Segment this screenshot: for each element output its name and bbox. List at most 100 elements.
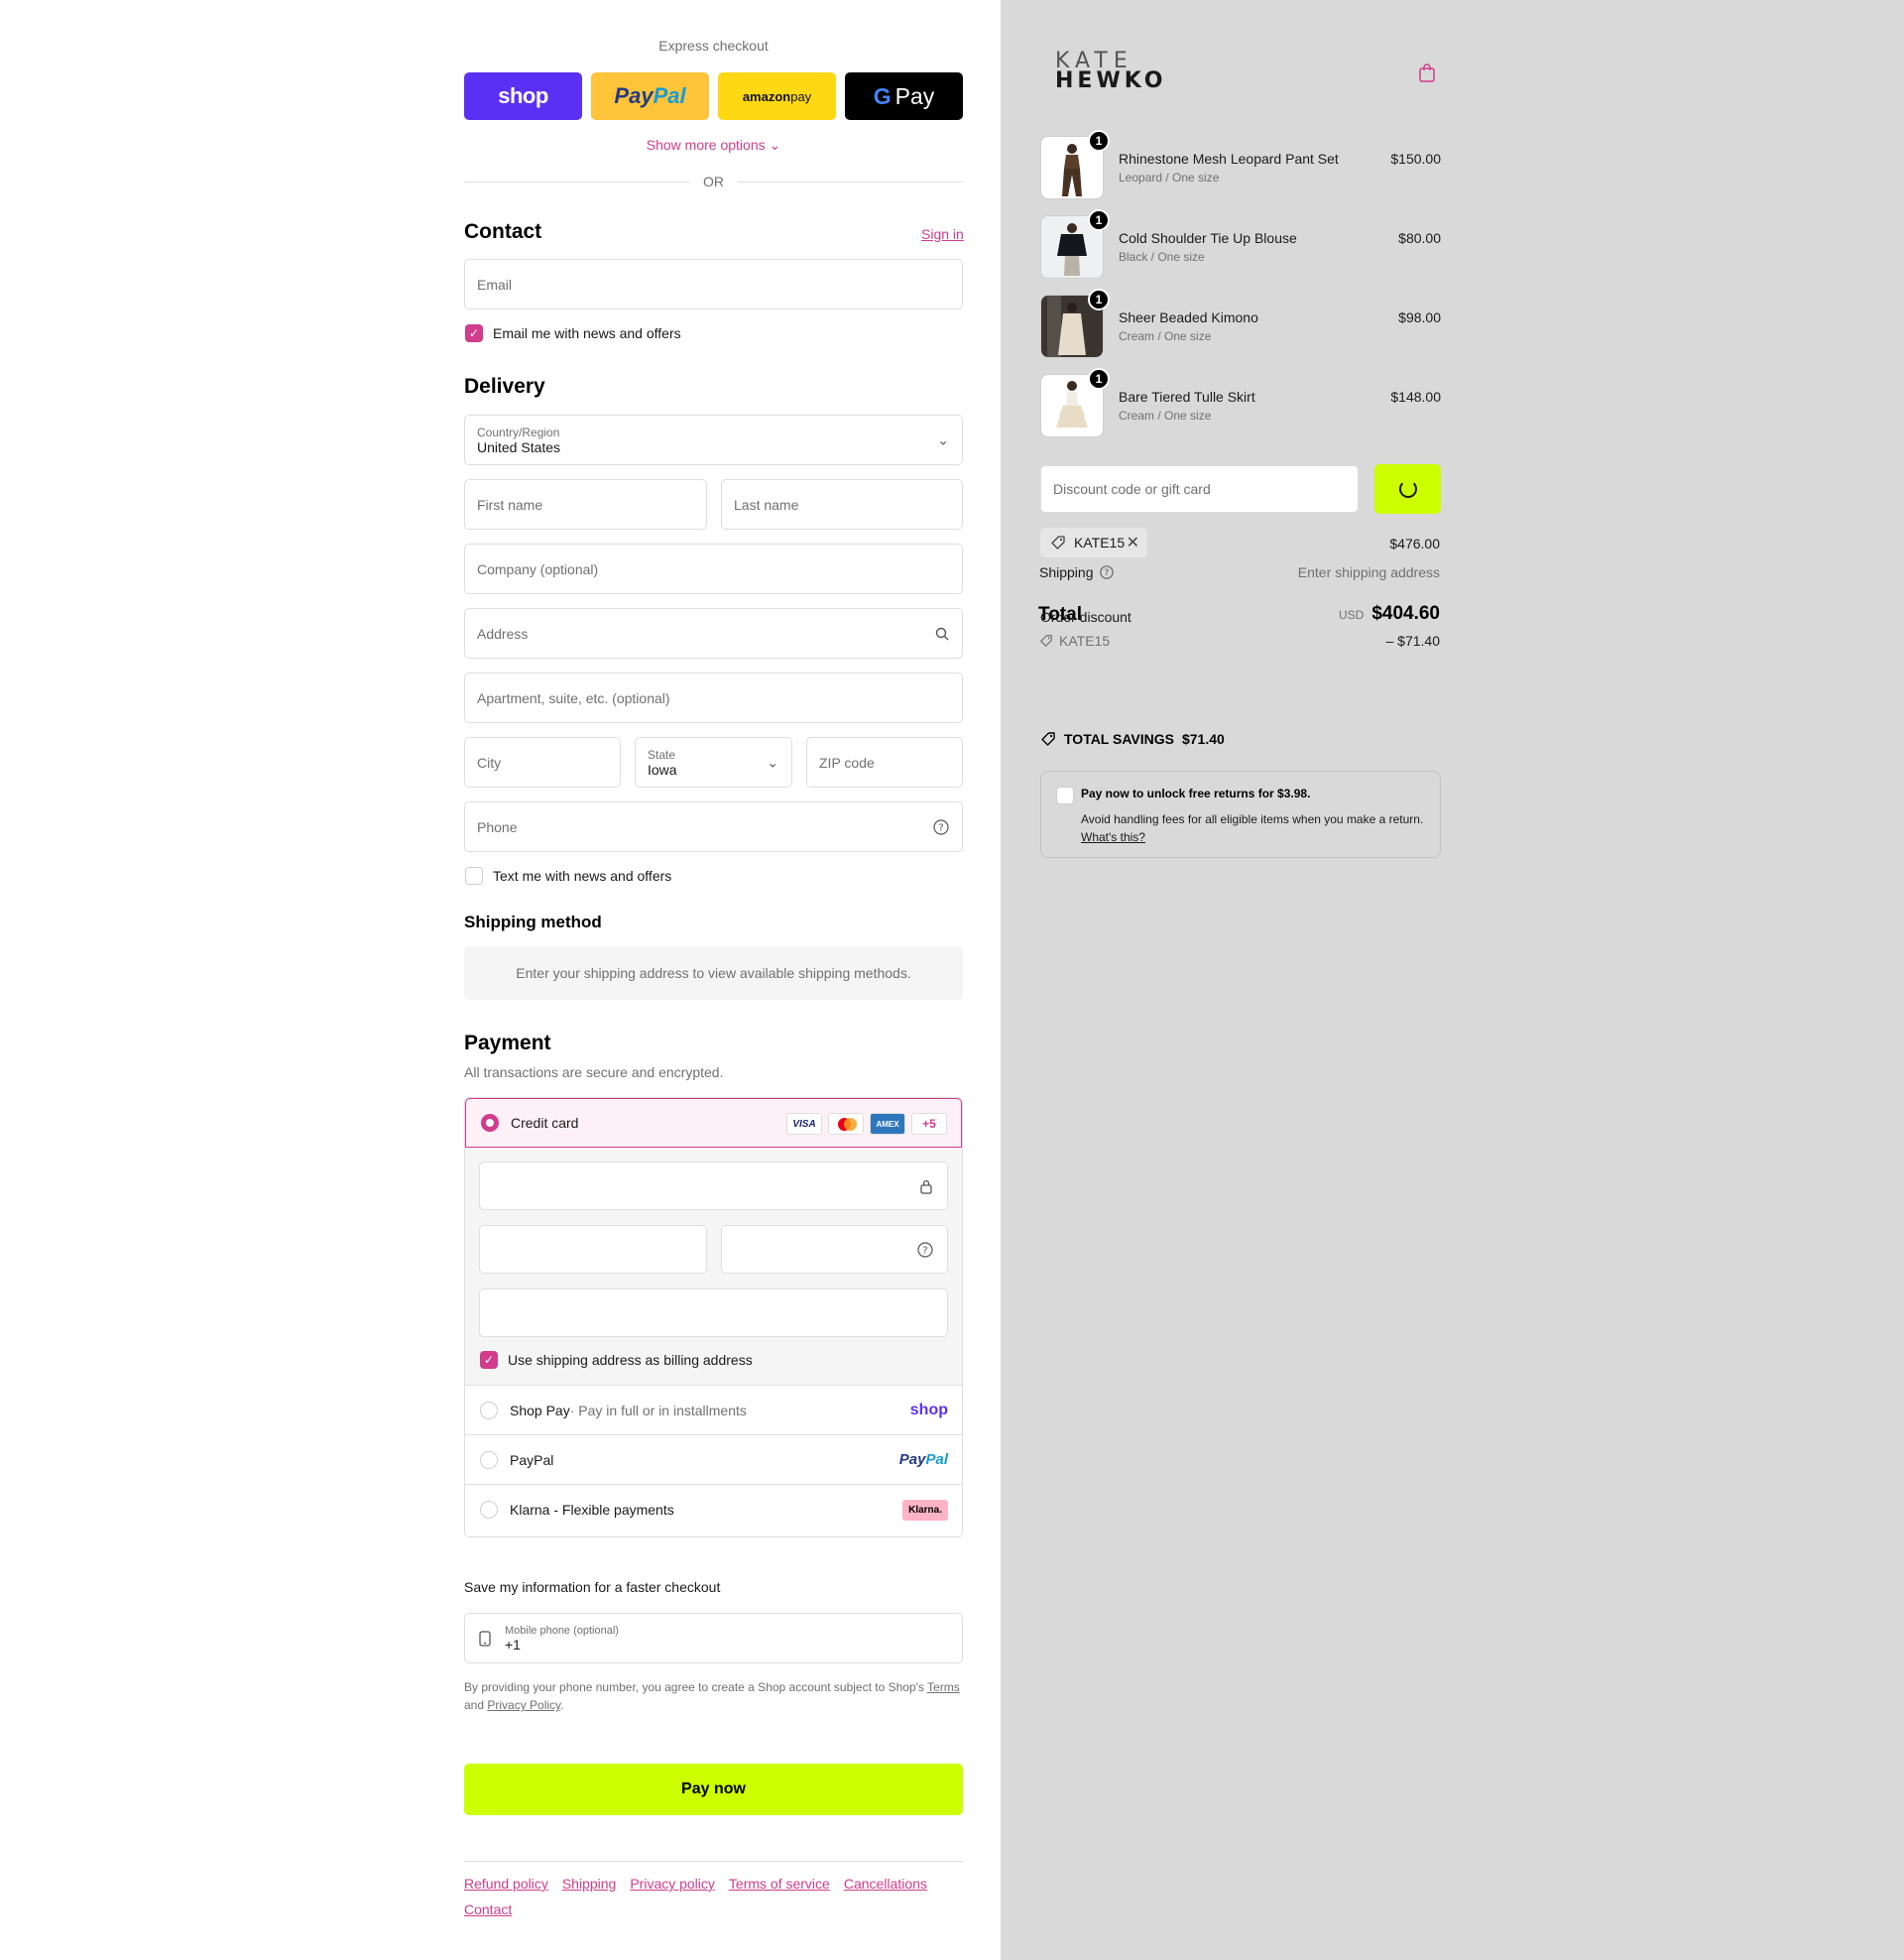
terms-link[interactable]: Terms bbox=[927, 1680, 960, 1694]
order-discount-label: Order discount bbox=[1040, 609, 1131, 625]
mobile-phone-field[interactable]: Mobile phone (optional) +1 bbox=[464, 1613, 963, 1663]
amazon-pay-express-button[interactable]: amazon pay bbox=[718, 72, 836, 120]
country-select[interactable]: Country/Region United States ⌄ bbox=[464, 415, 963, 465]
item-variant: Black / One size bbox=[1119, 250, 1205, 264]
divider-line bbox=[464, 181, 689, 183]
shipping-method-message: Enter your shipping address to view avai… bbox=[516, 965, 911, 981]
disclaimer-text: and bbox=[464, 1698, 488, 1712]
klarna-radio[interactable] bbox=[480, 1501, 498, 1519]
more-cards-badge: +5 bbox=[911, 1113, 947, 1135]
apply-discount-button[interactable] bbox=[1374, 464, 1441, 514]
show-more-options-link[interactable]: Show more options ⌄ bbox=[464, 137, 963, 154]
klarna-option[interactable]: Klarna - Flexible payments Klarna. bbox=[465, 1485, 962, 1534]
zip-field[interactable]: ZIP code bbox=[806, 737, 963, 788]
close-icon[interactable]: ✕ bbox=[1127, 533, 1139, 552]
savings-amount: $71.40 bbox=[1181, 731, 1225, 747]
mobile-phone-value: +1 bbox=[505, 1636, 521, 1653]
paypal-radio[interactable] bbox=[480, 1450, 498, 1469]
zip-placeholder: ZIP code bbox=[819, 754, 875, 771]
last-name-field[interactable]: Last name bbox=[721, 479, 963, 530]
search-icon[interactable] bbox=[935, 627, 949, 641]
email-field[interactable]: Email bbox=[464, 259, 963, 309]
shipping-label: Shipping bbox=[1039, 564, 1094, 580]
refund-policy-link[interactable]: Refund policy bbox=[464, 1876, 548, 1892]
city-field[interactable]: City bbox=[464, 737, 621, 788]
help-circle-icon[interactable]: ? bbox=[1099, 565, 1114, 579]
terms-of-service-link[interactable]: Terms of service bbox=[729, 1876, 830, 1892]
address-field[interactable]: Address bbox=[464, 608, 963, 659]
credit-card-radio[interactable] bbox=[481, 1114, 499, 1132]
name-on-card-field[interactable] bbox=[479, 1288, 948, 1337]
free-returns-checkbox[interactable] bbox=[1056, 787, 1074, 804]
contact-heading: Contact bbox=[464, 220, 542, 243]
returns-desc-text: Avoid handling fees for all eligible ite… bbox=[1081, 812, 1424, 826]
shop-pay-sub: · Pay in full or in installments bbox=[569, 1402, 747, 1418]
tag-icon bbox=[1039, 634, 1053, 648]
mastercard-icon bbox=[828, 1113, 864, 1135]
paypal-option[interactable]: PayPal PayPal bbox=[465, 1435, 962, 1485]
shopping-bag-icon[interactable] bbox=[1418, 62, 1436, 82]
privacy-policy-link[interactable]: Privacy policy bbox=[630, 1876, 715, 1892]
sign-in-link[interactable]: Sign in bbox=[921, 226, 964, 242]
store-logo[interactable]: KATE HEWKO bbox=[1055, 51, 1167, 93]
tag-icon bbox=[1040, 731, 1056, 747]
card-number-field[interactable] bbox=[479, 1162, 948, 1210]
whats-this-link[interactable]: What's this? bbox=[1081, 830, 1145, 844]
delivery-heading: Delivery bbox=[464, 375, 545, 398]
shipping-value: Enter shipping address bbox=[1297, 564, 1440, 580]
pay-now-button[interactable]: Pay now bbox=[464, 1764, 963, 1815]
item-price: $80.00 bbox=[1398, 230, 1441, 246]
shop-pay-radio[interactable] bbox=[480, 1401, 498, 1419]
subtotal-value: $476.00 bbox=[1389, 536, 1440, 551]
security-code-field[interactable]: ? bbox=[721, 1225, 948, 1274]
city-placeholder: City bbox=[477, 754, 502, 771]
billing-address-checkbox[interactable]: ✓ bbox=[480, 1351, 498, 1369]
total-amount: $404.60 bbox=[1371, 603, 1440, 624]
item-price: $150.00 bbox=[1390, 151, 1441, 167]
shipping-method-placeholder: Enter your shipping address to view avai… bbox=[464, 946, 963, 1000]
card-brand-badges: VISA AMEX +5 bbox=[786, 1113, 947, 1135]
chevron-down-icon: ⌄ bbox=[769, 137, 781, 153]
shop-pay-label: Shop Pay bbox=[510, 1402, 570, 1418]
item-price: $148.00 bbox=[1390, 389, 1441, 405]
loading-spinner-icon bbox=[1398, 480, 1417, 498]
credit-card-option[interactable]: Credit card VISA AMEX +5 bbox=[465, 1098, 962, 1148]
help-circle-icon[interactable]: ? bbox=[933, 818, 949, 835]
paypal-logo-part: Pay bbox=[898, 1451, 926, 1468]
contact-link[interactable]: Contact bbox=[464, 1901, 512, 1917]
paypal-logo-part: Pal bbox=[653, 83, 686, 108]
privacy-link[interactable]: Privacy Policy bbox=[487, 1698, 560, 1712]
google-g-icon: G bbox=[873, 82, 892, 109]
email-news-checkbox[interactable]: ✓ bbox=[465, 324, 483, 342]
company-field[interactable]: Company (optional) bbox=[464, 544, 963, 594]
chevron-down-icon: ⌄ bbox=[937, 431, 949, 447]
currency-code: USD bbox=[1338, 608, 1365, 622]
payment-methods: Credit card VISA AMEX +5 ? ✓ Use shippin… bbox=[464, 1097, 963, 1537]
first-name-field[interactable]: First name bbox=[464, 479, 707, 530]
phone-field[interactable]: Phone ? bbox=[464, 801, 963, 852]
expiration-date-field[interactable] bbox=[479, 1225, 707, 1274]
country-label: Country/Region bbox=[477, 425, 560, 439]
or-divider: OR bbox=[464, 174, 963, 189]
shop-pay-option[interactable]: Shop Pay · Pay in full or in installment… bbox=[465, 1386, 962, 1435]
cart-item: 1 Cold Shoulder Tie Up Blouse Black / On… bbox=[1040, 209, 1441, 279]
svg-text:?: ? bbox=[1104, 568, 1109, 578]
cancellations-link[interactable]: Cancellations bbox=[844, 1876, 927, 1892]
help-circle-icon[interactable]: ? bbox=[917, 1242, 933, 1258]
logo-line-2: HEWKO bbox=[1055, 68, 1167, 93]
payment-heading: Payment bbox=[464, 1032, 551, 1054]
paypal-express-button[interactable]: Pay Pal bbox=[591, 72, 709, 120]
state-select[interactable]: State Iowa ⌄ bbox=[635, 737, 792, 788]
apartment-field[interactable]: Apartment, suite, etc. (optional) bbox=[464, 673, 963, 723]
tag-icon bbox=[1050, 535, 1066, 551]
quantity-badge: 1 bbox=[1088, 209, 1110, 231]
shipping-policy-link[interactable]: Shipping bbox=[562, 1876, 617, 1892]
klarna-label: Klarna - Flexible payments bbox=[510, 1502, 674, 1518]
quantity-badge: 1 bbox=[1088, 130, 1110, 152]
email-news-label: Email me with news and offers bbox=[493, 325, 681, 341]
discount-code-input[interactable]: Discount code or gift card bbox=[1040, 465, 1359, 513]
google-pay-express-button[interactable]: G Pay bbox=[845, 72, 963, 120]
company-placeholder: Company (optional) bbox=[477, 560, 599, 577]
sms-news-checkbox[interactable] bbox=[465, 867, 483, 885]
shop-pay-express-button[interactable]: shop bbox=[464, 72, 582, 120]
